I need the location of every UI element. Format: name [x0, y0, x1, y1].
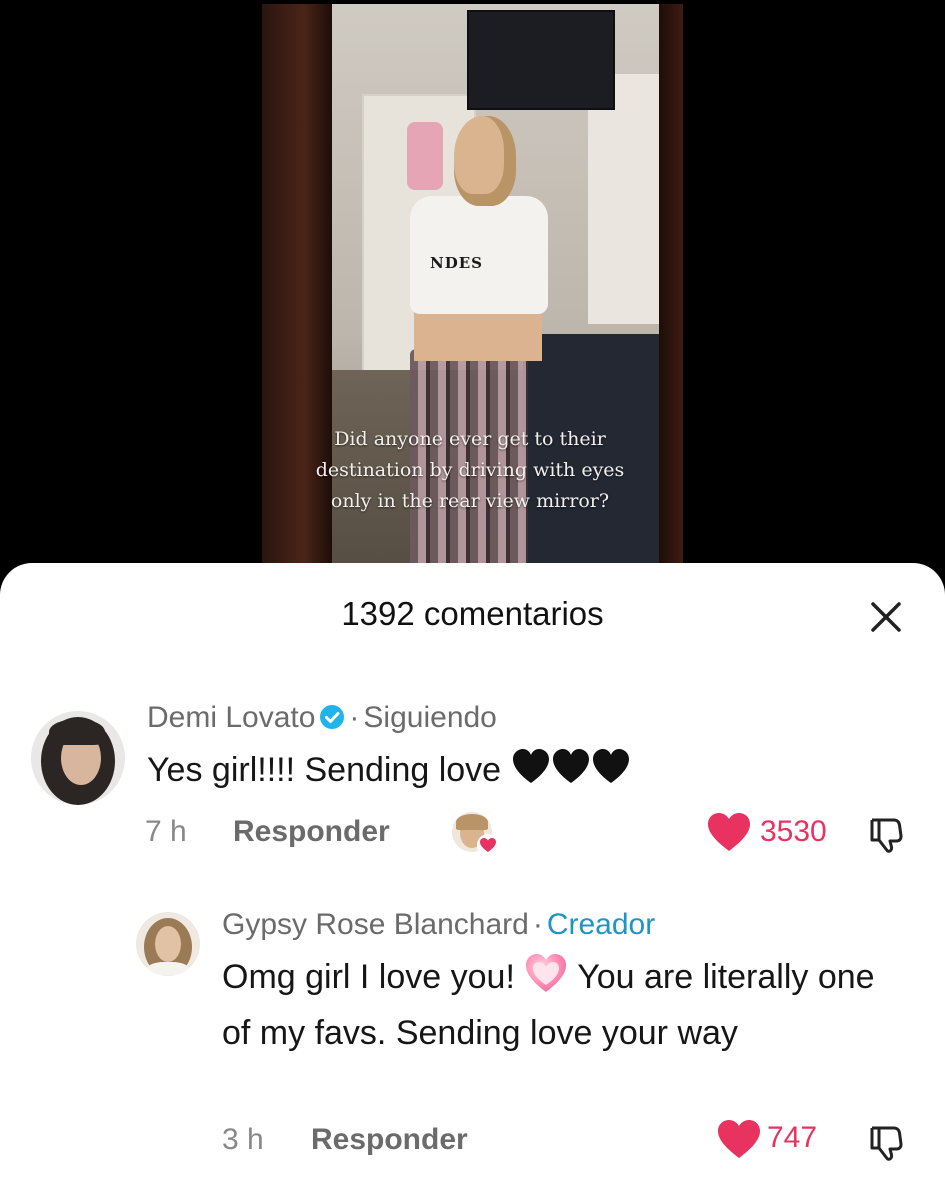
like-count: 747 [767, 1121, 818, 1154]
creator-label: Creador [546, 908, 656, 941]
dislike-button[interactable] [866, 814, 906, 854]
avatar[interactable] [136, 912, 200, 976]
heart-icon [708, 813, 750, 851]
person-shirt: NDES [410, 196, 548, 314]
following-label: Siguiendo [363, 701, 497, 734]
like-button[interactable] [716, 1118, 762, 1165]
pink-heart-icon [524, 952, 568, 1008]
heart-icon [477, 834, 499, 856]
like-button[interactable] [706, 811, 752, 858]
comment-text: Omg girl I love you! You are literally o… [222, 952, 912, 1058]
comment-text: Yes girl!!!! Sending love [147, 745, 867, 801]
reply-button[interactable]: Responder [311, 1123, 468, 1157]
thumbs-down-icon [870, 818, 903, 853]
comment-time: 3 h [222, 1123, 264, 1156]
comments-sheet: 1392 comentarios Demi Lovato · Siguiendo … [0, 563, 945, 1200]
close-icon [871, 602, 901, 632]
shirt-print: NDES [430, 254, 483, 272]
avatar[interactable] [31, 711, 125, 805]
wall-tv [467, 10, 615, 110]
phone [407, 122, 443, 190]
comment-author[interactable]: Gypsy Rose Blanchard · Creador [222, 908, 655, 942]
person-head [454, 116, 516, 206]
video-player[interactable]: NDES Did anyone ever get to their destin… [0, 0, 945, 600]
heart-icon [718, 1120, 760, 1158]
video-caption-overlay: Did anyone ever get to their destination… [315, 428, 625, 512]
like-count: 3530 [760, 815, 827, 848]
mirror-frame-right [659, 4, 683, 600]
dislike-button[interactable] [866, 1122, 906, 1162]
black-heart-icon [511, 747, 631, 801]
close-button[interactable] [866, 597, 906, 637]
verified-badge-icon [320, 705, 345, 729]
thumbs-down-icon [870, 1126, 903, 1161]
comment-author[interactable]: Demi Lovato · Siguiendo [147, 701, 497, 735]
comments-count-title: 1392 comentarios [341, 595, 604, 632]
creator-liked-avatar [452, 812, 499, 856]
reply-button[interactable]: Responder [233, 815, 390, 849]
comment-time: 7 h [145, 815, 187, 848]
